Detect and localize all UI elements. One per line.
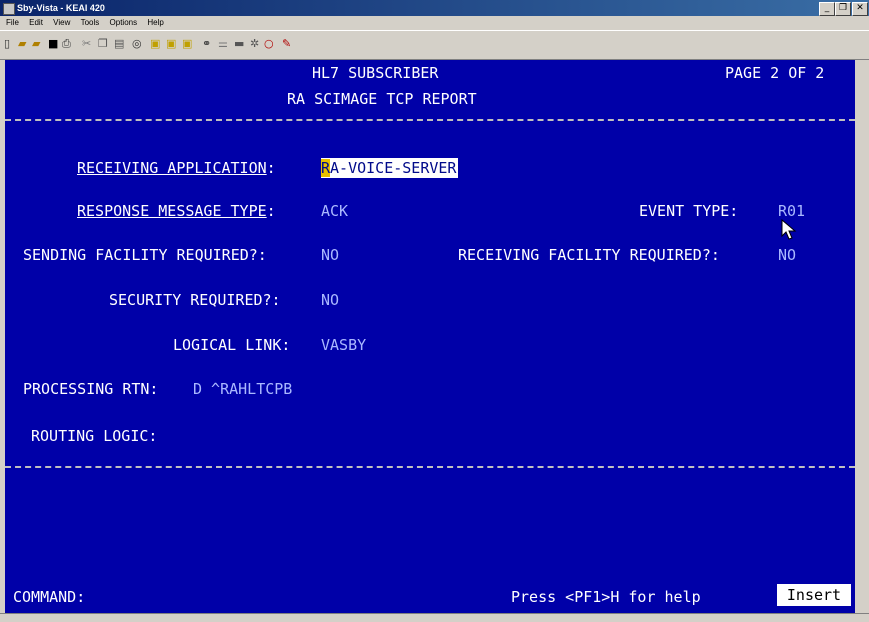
menu-file[interactable]: File [6,18,19,27]
menu-bar: File Edit View Tools Options Help [0,16,869,30]
mouse-pointer-icon [781,219,797,240]
disconnect-icon[interactable]: ⚌ [218,37,228,51]
event-type-value[interactable]: R01 [778,201,805,221]
stop-icon[interactable]: ○ [264,37,274,51]
print-icon[interactable]: ⎙ [62,37,71,51]
save-icon[interactable]: ■ [48,37,58,51]
security-required-label: SECURITY REQUIRED?: [109,291,281,309]
response-message-type-label: RESPONSE MESSAGE TYPE: [77,202,276,220]
connect-icon[interactable]: ⚭ [202,37,211,51]
window-title: Sby-Vista - KEAI 420 [17,3,105,13]
processing-rtn-label: PROCESSING RTN: [23,380,159,398]
header-subtitle: RA SCIMAGE TCP REPORT [287,90,477,108]
insert-mode-indicator: Insert [777,584,851,606]
settings-icon[interactable]: ✲ [250,37,259,51]
minimize-button[interactable]: _ [819,2,835,16]
receiving-facility-value[interactable]: NO [778,245,796,265]
logical-link-label: LOGICAL LINK: [173,336,291,354]
window-title-bar[interactable]: Sby-Vista - KEAI 420 _ ❐ ✕ [0,0,869,16]
window-icon[interactable]: ▣ [182,37,192,51]
bottom-divider [5,466,855,468]
receiving-application-label: RECEIVING APPLICATION: [77,159,276,177]
processing-rtn-value[interactable]: D ^RAHLTCPB [193,379,292,399]
receiving-application-input[interactable]: RA-VOICE-SERVER [321,158,459,178]
cascade-icon[interactable]: ▣ [166,37,176,51]
open-icon[interactable]: ▰ [18,37,26,51]
routing-logic-label: ROUTING LOGIC: [31,427,158,445]
menu-edit[interactable]: Edit [29,18,43,27]
macro-icon[interactable]: ◎ [132,37,142,51]
sending-facility-label: SENDING FACILITY REQUIRED?: [23,246,267,264]
menu-view[interactable]: View [53,18,70,27]
response-message-type-value[interactable]: ACK [321,201,348,221]
menu-help[interactable]: Help [147,18,163,27]
menu-options[interactable]: Options [110,18,138,27]
command-label: COMMAND: [13,588,86,606]
menu-tools[interactable]: Tools [81,18,100,27]
tile-icon[interactable]: ▣ [150,37,160,51]
edit-icon[interactable]: ✎ [282,37,291,51]
help-hint: Press <PF1>H for help [511,588,701,606]
copy-icon[interactable]: ❐ [98,37,108,51]
logical-link-value[interactable]: VASBY [321,335,366,355]
sending-facility-value[interactable]: NO [321,245,339,265]
terminal-screen[interactable]: HL7 SUBSCRIBER RA SCIMAGE TCP REPORT PAG… [5,60,855,613]
paste-icon[interactable]: ▤ [114,37,124,51]
receiving-facility-label: RECEIVING FACILITY REQUIRED?: [458,246,720,264]
keyboard-icon[interactable]: ▬ [234,37,244,51]
cut-icon[interactable]: ✂ [82,37,91,51]
close-button[interactable]: ✕ [852,2,868,16]
header-title: HL7 SUBSCRIBER [312,64,439,82]
text-cursor: R [321,159,331,177]
toolbar: ▯ ▰ ▰ ■ ⎙ ✂ ❐ ▤ ◎ ▣ ▣ ▣ ⚭ ⚌ ▬ ✲ ○ ✎ [0,30,869,60]
page-indicator: PAGE 2 OF 2 [725,64,825,82]
security-required-value[interactable]: NO [321,290,339,310]
open-folder-icon[interactable]: ▰ [32,37,40,51]
restore-button[interactable]: ❐ [835,2,851,16]
app-icon [3,3,15,15]
top-divider [5,119,855,121]
vertical-scrollbar[interactable] [857,60,869,613]
event-type-label: EVENT TYPE: [639,202,739,220]
new-icon[interactable]: ▯ [4,37,10,51]
